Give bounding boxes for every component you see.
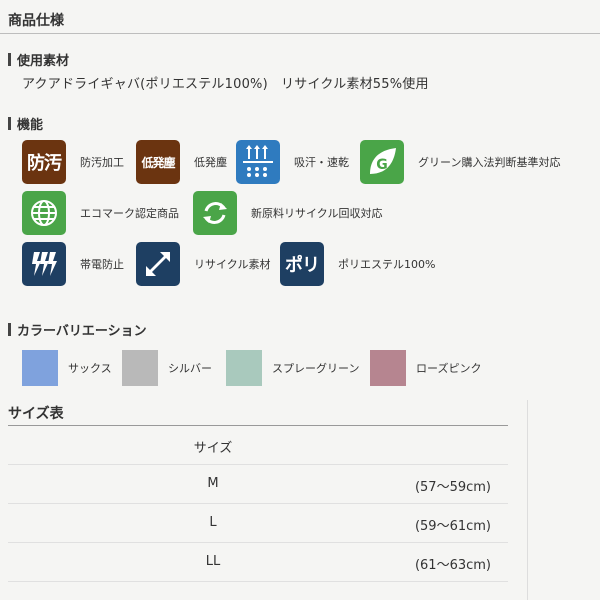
function-item-polyester: ポリ ポリエステル100%: [280, 242, 435, 286]
polyester-badge-icon: ポリ: [280, 242, 324, 286]
function-label: グリーン購入法判断基準対応: [418, 156, 561, 169]
svg-text:G: G: [376, 157, 388, 173]
function-item-green-purchase: G グリーン購入法判断基準対応: [360, 140, 560, 184]
table-row: L (59〜61cm): [8, 504, 508, 543]
color-item-rose-pink: ローズピンク: [370, 350, 481, 386]
color-label: サックス: [68, 362, 112, 375]
material-heading-label: 使用素材: [17, 54, 70, 69]
heading-bar: [8, 53, 11, 66]
function-label: ポリエステル100%: [338, 258, 436, 271]
lightning-icon: [22, 242, 66, 286]
color-label: シルバー: [168, 362, 212, 375]
size-table-heading: サイズ表: [8, 406, 64, 422]
page-title: 商品仕様: [8, 13, 64, 29]
function-item-ecomark: エコマーク認定商品: [22, 191, 179, 235]
function-label: 帯電防止: [80, 258, 124, 271]
function-label: 低発塵: [194, 156, 227, 169]
color-item-spray-green: スプレーグリーン: [226, 350, 359, 386]
function-item-antistatic: 帯電防止: [22, 242, 124, 286]
function-label: 新原料リサイクル回収対応: [251, 207, 383, 220]
color-label: スプレーグリーン: [272, 362, 360, 375]
size-table-header-row: サイズ: [8, 426, 508, 465]
function-label: 吸汗・速乾: [294, 156, 349, 169]
size-cell: LL: [205, 554, 221, 569]
size-cell: M: [207, 476, 219, 491]
heading-bar: [8, 323, 11, 336]
green-leaf-icon: G: [360, 140, 404, 184]
color-swatch: [122, 350, 158, 386]
function-label: 防汚加工: [80, 156, 124, 169]
function-item-recycle-collect: 新原料リサイクル回収対応: [193, 191, 382, 235]
table-row: M (57〜59cm): [8, 465, 508, 504]
color-swatch: [226, 350, 262, 386]
table-row: LL (61〜63cm): [8, 543, 508, 582]
function-item-antistain: 防汚 防汚加工: [22, 140, 124, 184]
color-item-silver: シルバー: [122, 350, 212, 386]
vertical-divider: [527, 400, 528, 600]
function-item-sweat-dry: 吸汗・速乾: [236, 140, 349, 184]
material-heading: 使用素材: [8, 50, 69, 69]
function-item-low-dust: 低発塵 低発塵: [136, 140, 227, 184]
color-swatch: [22, 350, 58, 386]
function-label: リサイクル素材: [194, 258, 271, 271]
colors-heading: カラーバリエーション: [8, 320, 147, 339]
heading-bar: [8, 117, 11, 130]
antistain-badge-icon: 防汚: [22, 140, 66, 184]
function-item-recycled-material: リサイクル素材: [136, 242, 270, 286]
arrows-icon: [136, 242, 180, 286]
low-dust-badge-icon: 低発塵: [136, 140, 180, 184]
size-cell: L: [209, 515, 217, 530]
colors-heading-label: カラーバリエーション: [17, 324, 147, 339]
color-label: ローズピンク: [416, 362, 482, 375]
title-divider: [0, 33, 600, 34]
recycle-icon: [193, 191, 237, 235]
functions-heading: 機能: [8, 114, 43, 133]
range-cell: (61〜63cm): [414, 558, 492, 573]
function-label: エコマーク認定商品: [80, 207, 179, 220]
color-item-sax: サックス: [22, 350, 112, 386]
material-text: アクアドライギャバ(ポリエステル100%) リサイクル素材55%使用: [22, 77, 429, 92]
sweat-drops-icon: [236, 140, 280, 184]
functions-heading-label: 機能: [17, 118, 44, 133]
globe-icon: [22, 191, 66, 235]
range-cell: (59〜61cm): [414, 519, 492, 534]
size-column-header: サイズ: [193, 441, 233, 456]
color-swatch: [370, 350, 406, 386]
range-cell: (57〜59cm): [414, 480, 492, 495]
